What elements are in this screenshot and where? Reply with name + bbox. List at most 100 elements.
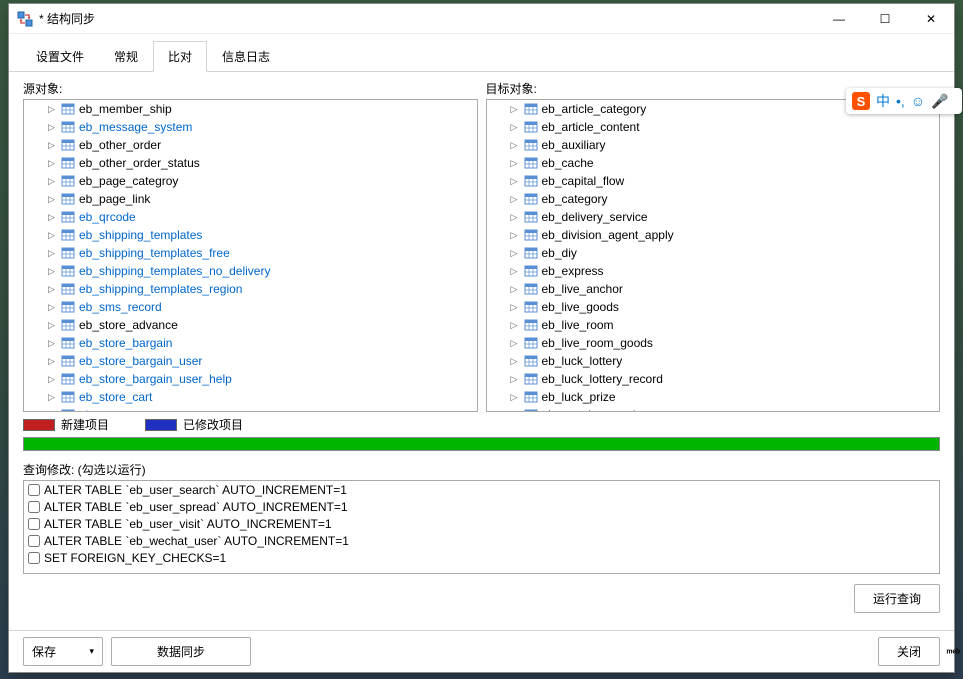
maximize-button[interactable]: ☐ bbox=[862, 4, 908, 34]
tree-row[interactable]: ▷eb_member_ship bbox=[24, 100, 477, 118]
tree-row[interactable]: ▷eb_live_room_goods bbox=[487, 334, 940, 352]
source-tree[interactable]: ▷eb_member_ship▷eb_message_system▷eb_oth… bbox=[23, 99, 478, 412]
tree-row[interactable]: ▷eb_capital_flow bbox=[487, 172, 940, 190]
data-sync-button[interactable]: 数据同步 bbox=[111, 637, 251, 666]
query-checkbox[interactable] bbox=[28, 552, 40, 564]
tree-row[interactable]: ▷eb_delivery_service bbox=[487, 208, 940, 226]
query-checkbox[interactable] bbox=[28, 518, 40, 530]
tree-row[interactable]: ▷eb_luck_lottery bbox=[487, 352, 940, 370]
tree-row[interactable]: ▷eb_sms_record bbox=[24, 298, 477, 316]
run-query-button[interactable]: 运行查询 bbox=[854, 584, 940, 613]
tree-row[interactable]: ▷eb_page_link bbox=[24, 190, 477, 208]
tree-row[interactable]: ▷eb_member_card bbox=[487, 406, 940, 412]
expand-icon[interactable]: ▷ bbox=[509, 356, 520, 367]
query-row[interactable]: ALTER TABLE `eb_user_search` AUTO_INCREM… bbox=[24, 481, 939, 498]
expand-icon[interactable]: ▷ bbox=[46, 284, 57, 295]
expand-icon[interactable]: ▷ bbox=[509, 122, 520, 133]
expand-icon[interactable]: ▷ bbox=[509, 284, 520, 295]
expand-icon[interactable]: ▷ bbox=[509, 302, 520, 313]
expand-icon[interactable]: ▷ bbox=[46, 176, 57, 187]
tab-settings-file[interactable]: 设置文件 bbox=[21, 41, 99, 72]
tree-row[interactable]: ▷eb_category bbox=[487, 190, 940, 208]
expand-icon[interactable]: ▷ bbox=[509, 194, 520, 205]
tree-row[interactable]: ▷eb_store_category bbox=[24, 406, 477, 412]
expand-icon[interactable]: ▷ bbox=[46, 230, 57, 241]
tree-row[interactable]: ▷eb_store_bargain bbox=[24, 334, 477, 352]
expand-icon[interactable]: ▷ bbox=[509, 320, 520, 331]
ime-lang-indicator[interactable]: 中 bbox=[876, 91, 890, 111]
expand-icon[interactable]: ▷ bbox=[46, 338, 57, 349]
tree-row[interactable]: ▷eb_qrcode bbox=[24, 208, 477, 226]
expand-icon[interactable]: ▷ bbox=[46, 356, 57, 367]
tree-row[interactable]: ▷eb_live_goods bbox=[487, 298, 940, 316]
tree-row[interactable]: ▷eb_article_content bbox=[487, 118, 940, 136]
tree-row[interactable]: ▷eb_live_anchor bbox=[487, 280, 940, 298]
tree-row[interactable]: ▷eb_shipping_templates_region bbox=[24, 280, 477, 298]
expand-icon[interactable]: ▷ bbox=[46, 194, 57, 205]
tree-row[interactable]: ▷eb_diy bbox=[487, 244, 940, 262]
tree-row[interactable]: ▷eb_page_categroy bbox=[24, 172, 477, 190]
tree-row[interactable]: ▷eb_division_agent_apply bbox=[487, 226, 940, 244]
expand-icon[interactable]: ▷ bbox=[46, 320, 57, 331]
tree-row[interactable]: ▷eb_cache bbox=[487, 154, 940, 172]
tree-row[interactable]: ▷eb_shipping_templates bbox=[24, 226, 477, 244]
query-checkbox[interactable] bbox=[28, 535, 40, 547]
tree-row[interactable]: ▷eb_live_room bbox=[487, 316, 940, 334]
tree-row[interactable]: ▷eb_luck_lottery_record bbox=[487, 370, 940, 388]
tree-row[interactable]: ▷eb_shipping_templates_free bbox=[24, 244, 477, 262]
ime-toolbar[interactable]: S 中 •, ☺ 🎤 bbox=[846, 88, 962, 114]
tree-row[interactable]: ▷eb_store_cart bbox=[24, 388, 477, 406]
expand-icon[interactable]: ▷ bbox=[46, 212, 57, 223]
tree-row[interactable]: ▷eb_express bbox=[487, 262, 940, 280]
expand-icon[interactable]: ▷ bbox=[509, 140, 520, 151]
expand-icon[interactable]: ▷ bbox=[509, 248, 520, 259]
expand-icon[interactable]: ▷ bbox=[509, 266, 520, 277]
expand-icon[interactable]: ▷ bbox=[509, 212, 520, 223]
tab-general[interactable]: 常规 bbox=[99, 41, 153, 72]
close-button[interactable]: ✕ bbox=[908, 4, 954, 34]
target-tree[interactable]: ▷eb_article_category▷eb_article_content▷… bbox=[486, 99, 941, 412]
expand-icon[interactable]: ▷ bbox=[46, 374, 57, 385]
expand-icon[interactable]: ▷ bbox=[509, 158, 520, 169]
tree-row[interactable]: ▷eb_store_bargain_user bbox=[24, 352, 477, 370]
query-row[interactable]: ALTER TABLE `eb_user_spread` AUTO_INCREM… bbox=[24, 498, 939, 515]
tree-row[interactable]: ▷eb_store_bargain_user_help bbox=[24, 370, 477, 388]
minimize-button[interactable]: — bbox=[816, 4, 862, 34]
expand-icon[interactable]: ▷ bbox=[46, 392, 57, 403]
tree-row[interactable]: ▷eb_other_order_status bbox=[24, 154, 477, 172]
tree-row[interactable]: ▷eb_message_system bbox=[24, 118, 477, 136]
save-button[interactable]: 保存 ▾ bbox=[23, 637, 103, 666]
ime-emoji-icon[interactable]: ☺ bbox=[911, 93, 925, 109]
query-row[interactable]: ALTER TABLE `eb_user_visit` AUTO_INCREME… bbox=[24, 515, 939, 532]
expand-icon[interactable]: ▷ bbox=[46, 248, 57, 259]
tree-row[interactable]: ▷eb_store_advance bbox=[24, 316, 477, 334]
tree-row[interactable]: ▷eb_luck_prize bbox=[487, 388, 940, 406]
query-list[interactable]: ALTER TABLE `eb_user_search` AUTO_INCREM… bbox=[23, 480, 940, 574]
tree-row[interactable]: ▷eb_other_order bbox=[24, 136, 477, 154]
expand-icon[interactable]: ▷ bbox=[509, 104, 520, 115]
expand-icon[interactable]: ▷ bbox=[46, 266, 57, 277]
expand-icon[interactable]: ▷ bbox=[46, 158, 57, 169]
expand-icon[interactable]: ▷ bbox=[46, 104, 57, 115]
expand-icon[interactable]: ▷ bbox=[509, 176, 520, 187]
expand-icon[interactable]: ▷ bbox=[46, 140, 57, 151]
tree-row[interactable]: ▷eb_shipping_templates_no_delivery bbox=[24, 262, 477, 280]
expand-icon[interactable]: ▷ bbox=[46, 302, 57, 313]
query-row[interactable]: ALTER TABLE `eb_wechat_user` AUTO_INCREM… bbox=[24, 532, 939, 549]
expand-icon[interactable]: ▷ bbox=[509, 374, 520, 385]
tree-row[interactable]: ▷eb_auxiliary bbox=[487, 136, 940, 154]
ime-punct-icon[interactable]: •, bbox=[896, 93, 905, 109]
expand-icon[interactable]: ▷ bbox=[509, 230, 520, 241]
close-dialog-button[interactable]: 关闭 bbox=[878, 637, 940, 666]
expand-icon[interactable]: ▷ bbox=[46, 122, 57, 133]
expand-icon[interactable]: ▷ bbox=[509, 410, 520, 413]
expand-icon[interactable]: ▷ bbox=[509, 392, 520, 403]
query-checkbox[interactable] bbox=[28, 484, 40, 496]
expand-icon[interactable]: ▷ bbox=[46, 410, 57, 413]
tab-message-log[interactable]: 信息日志 bbox=[207, 41, 285, 72]
query-row[interactable]: SET FOREIGN_KEY_CHECKS=1 bbox=[24, 549, 939, 566]
expand-icon[interactable]: ▷ bbox=[509, 338, 520, 349]
tab-compare[interactable]: 比对 bbox=[153, 41, 207, 72]
query-checkbox[interactable] bbox=[28, 501, 40, 513]
ime-mic-icon[interactable]: 🎤 bbox=[931, 93, 948, 110]
